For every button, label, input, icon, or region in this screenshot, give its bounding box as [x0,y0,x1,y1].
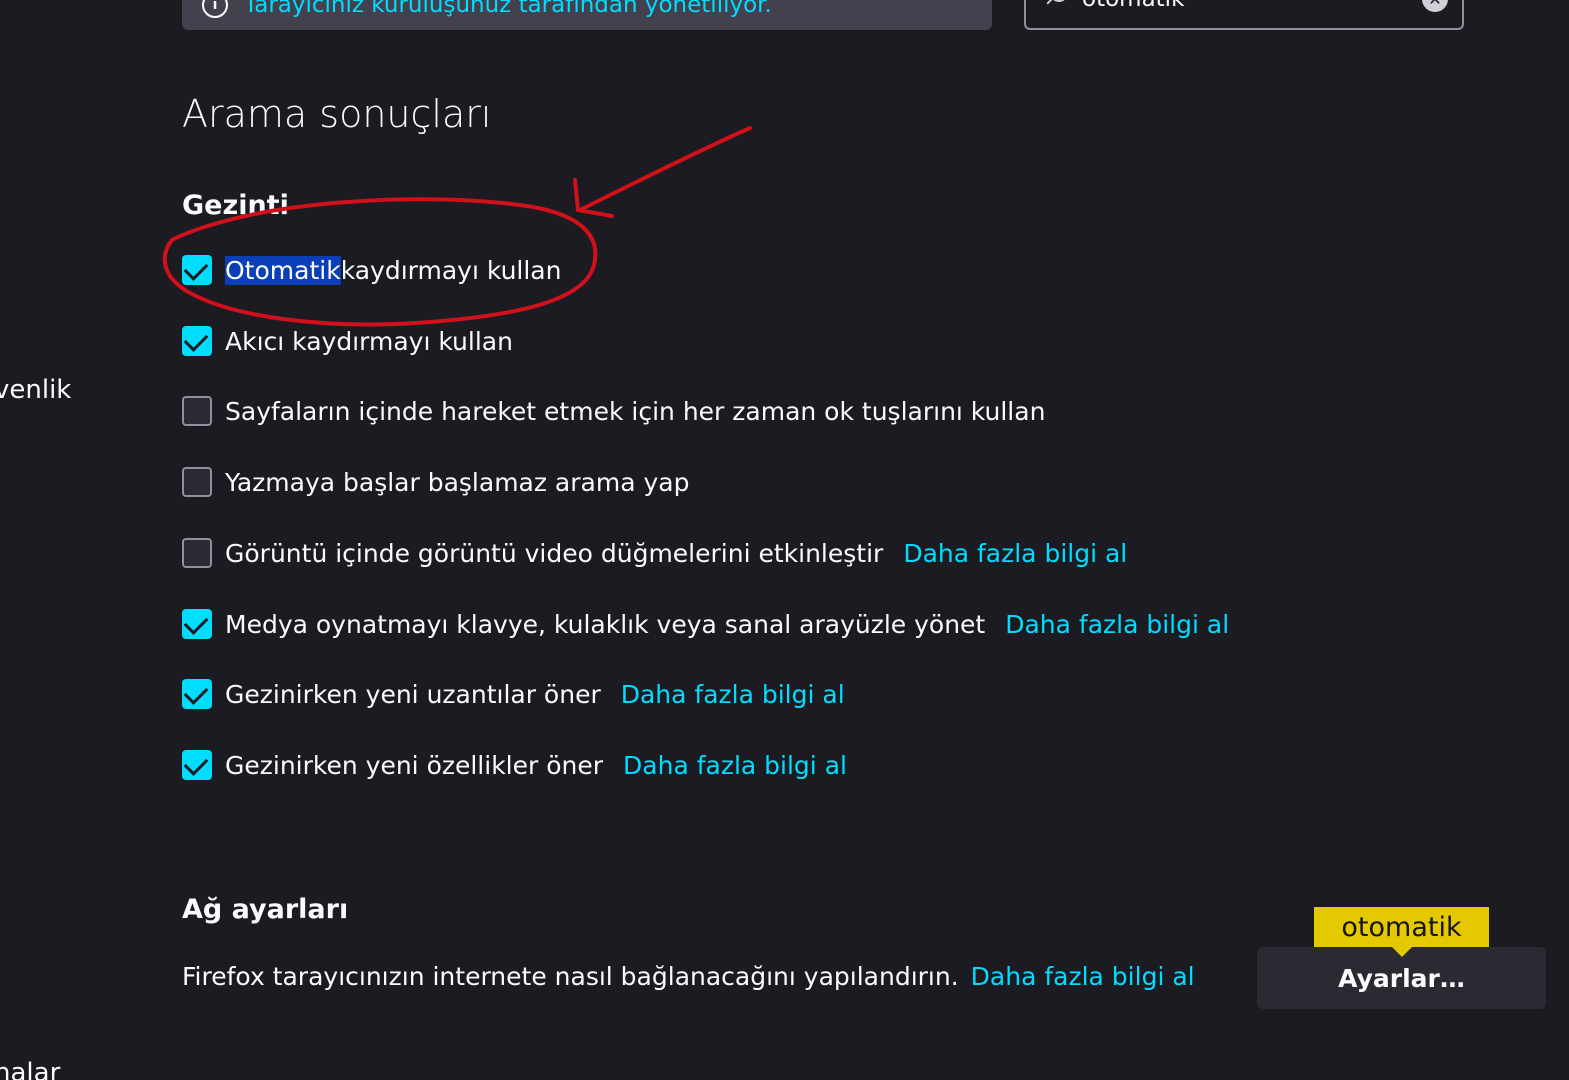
network-description-text: Firefox tarayıcınızın internete nasıl ba… [182,962,959,991]
checkbox[interactable] [182,538,212,568]
policy-notice[interactable]: i Tarayıcınız kuruluşunuz tarafından yön… [182,0,992,30]
checkbox[interactable] [182,750,212,780]
search-box[interactable]: ✕ [1024,0,1464,30]
annotation-arrow-head-1 [573,178,580,212]
checkbox[interactable] [182,609,212,639]
section-title-network: Ağ ayarları [182,894,349,925]
option-label: Yazmaya başlar başlamaz arama yap [225,467,690,497]
policy-notice-text[interactable]: Tarayıcınız kuruluşunuz tarafından yönet… [244,0,772,20]
info-icon: i [202,0,228,18]
learn-more-link[interactable]: Daha fazla bilgi al [621,680,845,709]
sidebar-item-privacy-partial[interactable]: venlik [0,375,71,405]
checkbox[interactable] [182,396,212,426]
section-title-browsing: Gezinti [182,190,289,221]
clear-icon[interactable]: ✕ [1422,0,1448,12]
search-match-tooltip: otomatik [1314,907,1489,957]
option-label: kaydırmayı kullan [340,255,562,285]
learn-more-link[interactable]: Daha fazla bilgi al [623,751,847,780]
option-label: Akıcı kaydırmayı kullan [225,326,513,356]
checkbox[interactable] [182,326,212,356]
learn-more-link[interactable]: Daha fazla bilgi al [903,539,1127,568]
sidebar-item-partial[interactable]: nalar [0,1058,60,1080]
option-caret-browsing[interactable]: Sayfaların içinde hareket etmek için her… [182,391,1045,431]
search-input[interactable] [1082,0,1422,14]
option-recommend-extensions[interactable]: Gezinirken yeni uzantılar öner Daha fazl… [182,674,845,714]
checkbox[interactable] [182,467,212,497]
option-label: Gezinirken yeni uzantılar öner [225,679,601,709]
learn-more-link[interactable]: Daha fazla bilgi al [971,962,1195,991]
option-autoscroll[interactable]: Otomatik kaydırmayı kullan [182,250,561,290]
annotation-arrow [578,126,752,212]
option-label: Görüntü içinde görüntü video düğmelerini… [225,538,884,568]
annotation-arrow-head-2 [576,208,614,218]
search-icon [1044,0,1068,14]
option-media-control[interactable]: Medya oynatmayı klavye, kulaklık veya sa… [182,604,1229,644]
option-label: Gezinirken yeni özellikler öner [225,750,604,780]
checkbox[interactable] [182,679,212,709]
option-recommend-features[interactable]: Gezinirken yeni özellikler öner Daha faz… [182,745,847,785]
checkbox[interactable] [182,255,212,285]
option-label: Sayfaların içinde hareket etmek için her… [225,396,1046,426]
option-pip-controls[interactable]: Görüntü içinde görüntü video düğmelerini… [182,533,1127,573]
network-description: Firefox tarayıcınızın internete nasıl ba… [182,962,1195,991]
option-label: Medya oynatmayı klavye, kulaklık veya sa… [225,609,986,639]
option-search-on-type[interactable]: Yazmaya başlar başlamaz arama yap [182,462,689,502]
page-title: Arama sonuçları [182,92,492,136]
search-highlight: Otomatik [225,255,341,285]
preferences-page: i Tarayıcınız kuruluşunuz tarafından yön… [0,0,1569,1080]
option-smooth-scroll[interactable]: Akıcı kaydırmayı kullan [182,321,513,361]
learn-more-link[interactable]: Daha fazla bilgi al [1005,610,1229,639]
